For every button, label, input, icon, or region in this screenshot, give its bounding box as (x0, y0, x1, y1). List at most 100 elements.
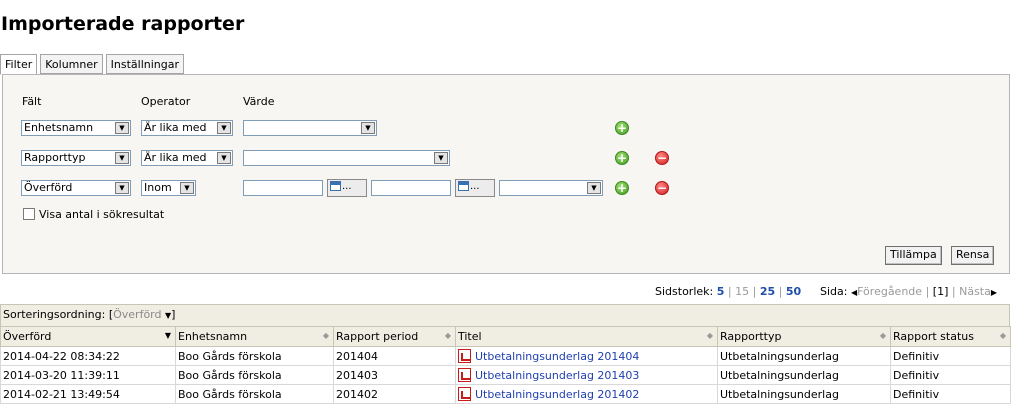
cell-status: Definitiv (890, 346, 1011, 366)
column-header-label: Titel (458, 330, 482, 343)
calendar-button-label: ... (342, 181, 352, 192)
cell-transferred: 2014-04-22 08:34:22 (0, 346, 176, 366)
tab-settings[interactable]: Inställningar (105, 54, 185, 74)
page-size-25[interactable]: 25 (760, 285, 775, 298)
table-row: 2014-04-22 08:34:22 Boo Gårds förskola 2… (0, 346, 1011, 366)
separator: | (925, 285, 930, 298)
filter-field-value-3: Överförd (24, 181, 73, 194)
filter-operator-value-1: Är lika med (144, 121, 207, 134)
page-size-15[interactable]: 15 (735, 285, 749, 298)
next-page-link[interactable]: Nästa (959, 285, 991, 298)
cell-status: Definitiv (890, 384, 1011, 404)
date-to-input[interactable] (371, 180, 451, 196)
current-page: [1] (932, 285, 949, 298)
chevron-down-icon: ▼ (587, 182, 601, 194)
apply-button[interactable]: Tillämpa (885, 246, 942, 265)
cell-status: Definitiv (890, 365, 1011, 385)
tab-columns[interactable]: Kolumner (40, 54, 103, 74)
date-from-calendar-button[interactable]: ... (327, 179, 367, 197)
filter-field-select-2[interactable]: Rapporttyp ▼ (21, 150, 131, 166)
sort-icon: ◆ (706, 331, 713, 340)
date-from-input[interactable] (243, 180, 323, 196)
add-filter-row-button-2[interactable]: + (615, 151, 629, 165)
report-title-link[interactable]: Utbetalningsunderlag 201402 (475, 388, 639, 401)
pagination: Sida: ◀Föregående | [1] | Nästa▶ (820, 285, 997, 298)
calendar-button-label: ... (470, 181, 480, 192)
column-header-transferred[interactable]: Överförd ▼ (0, 326, 176, 347)
add-filter-row-button-1[interactable]: + (615, 121, 629, 135)
filter-operator-value-3: Inom (144, 181, 172, 194)
sort-icon: ◆ (879, 331, 886, 340)
report-title-link[interactable]: Utbetalningsunderlag 201403 (475, 369, 639, 382)
page-title: Importerade rapporter (1, 13, 245, 35)
remove-filter-row-button-3[interactable]: − (655, 181, 669, 195)
show-count-checkbox[interactable] (23, 208, 35, 220)
page-size-50[interactable]: 50 (786, 285, 801, 298)
filter-value-select-1[interactable]: ▼ (243, 120, 377, 136)
pdf-icon (458, 349, 471, 363)
cell-title: Utbetalningsunderlag 201402 (455, 384, 718, 404)
pdf-icon (458, 387, 471, 401)
date-period-select[interactable]: ▼ (499, 180, 603, 196)
separator: | (752, 285, 757, 298)
remove-filter-row-button-2[interactable]: − (655, 151, 669, 165)
cell-title: Utbetalningsunderlag 201404 (455, 346, 718, 366)
page-size-5[interactable]: 5 (717, 285, 725, 298)
chevron-down-icon: ▼ (217, 152, 231, 164)
sort-icon: ◆ (322, 331, 329, 340)
filter-field-value-2: Rapporttyp (24, 151, 86, 164)
cell-unit: Boo Gårds förskola (175, 384, 334, 404)
column-header-label: Enhetsnamn (178, 330, 248, 343)
previous-page-link[interactable]: Föregående (857, 285, 922, 298)
clear-button[interactable]: Rensa (951, 246, 995, 265)
cell-type: Utbetalningsunderlag (717, 365, 891, 385)
sort-order-bar: Sorteringsordning: [Överförd ▼] (0, 304, 1010, 326)
column-header-title[interactable]: Titel ◆ (455, 326, 718, 347)
add-filter-row-button-3[interactable]: + (615, 181, 629, 195)
sort-icon: ◆ (444, 331, 451, 340)
column-header-status[interactable]: Rapport status ◆ (890, 326, 1011, 347)
show-count-label: Visa antal i sökresultat (39, 208, 165, 221)
chevron-down-icon: ▼ (115, 152, 129, 164)
cell-transferred: 2014-02-21 13:49:54 (0, 384, 176, 404)
calendar-icon (458, 181, 469, 191)
cell-title: Utbetalningsunderlag 201403 (455, 365, 718, 385)
chevron-down-icon: ▼ (434, 152, 448, 164)
column-header-label: Rapporttyp (720, 330, 782, 343)
column-header-type[interactable]: Rapporttyp ◆ (717, 326, 891, 347)
filter-panel: Fält Operator Värde Enhetsnamn ▼ Är lika… (2, 74, 1010, 274)
chevron-down-icon: ▼ (115, 182, 129, 194)
sort-icon: ◆ (999, 331, 1006, 340)
filter-operator-select-3[interactable]: Inom ▼ (141, 180, 196, 196)
reports-table: Överförd ▼ Enhetsnamn ◆ Rapport period ◆ Ti… (0, 326, 1011, 404)
sort-order-value[interactable]: Överförd (113, 308, 161, 321)
calendar-icon (330, 181, 341, 191)
cell-unit: Boo Gårds förskola (175, 365, 334, 385)
separator: | (951, 285, 956, 298)
tab-bar: Filter Kolumner Inställningar (0, 54, 187, 75)
column-header-label: Rapport period (336, 330, 419, 343)
column-header-unit[interactable]: Enhetsnamn ◆ (175, 326, 334, 347)
tab-filter[interactable]: Filter (0, 54, 38, 75)
cell-period: 201403 (333, 365, 456, 385)
filter-field-select-1[interactable]: Enhetsnamn ▼ (21, 120, 131, 136)
sort-desc-icon: ▼ (164, 331, 171, 340)
page-size-label: Sidstorlek: (655, 285, 714, 298)
sort-order-bracket: ] (171, 308, 176, 321)
filter-value-select-2[interactable]: ▼ (243, 150, 450, 166)
filter-field-select-3[interactable]: Överförd ▼ (21, 180, 131, 196)
column-header-period[interactable]: Rapport period ◆ (333, 326, 456, 347)
filter-field-value-1: Enhetsnamn (24, 121, 94, 134)
field-column-label: Fält (22, 95, 42, 108)
cell-period: 201402 (333, 384, 456, 404)
cell-transferred: 2014-03-20 11:39:11 (0, 365, 176, 385)
separator: | (727, 285, 732, 298)
chevron-down-icon: ▼ (115, 122, 129, 134)
page-label: Sida: (820, 285, 848, 298)
chevron-down-icon: ▼ (361, 122, 375, 134)
date-to-calendar-button[interactable]: ... (455, 179, 495, 197)
filter-operator-select-1[interactable]: Är lika med ▼ (141, 120, 233, 136)
filter-operator-select-2[interactable]: Är lika med ▼ (141, 150, 233, 166)
table-header-row: Överförd ▼ Enhetsnamn ◆ Rapport period ◆ Ti… (0, 326, 1011, 347)
report-title-link[interactable]: Utbetalningsunderlag 201404 (475, 350, 639, 363)
